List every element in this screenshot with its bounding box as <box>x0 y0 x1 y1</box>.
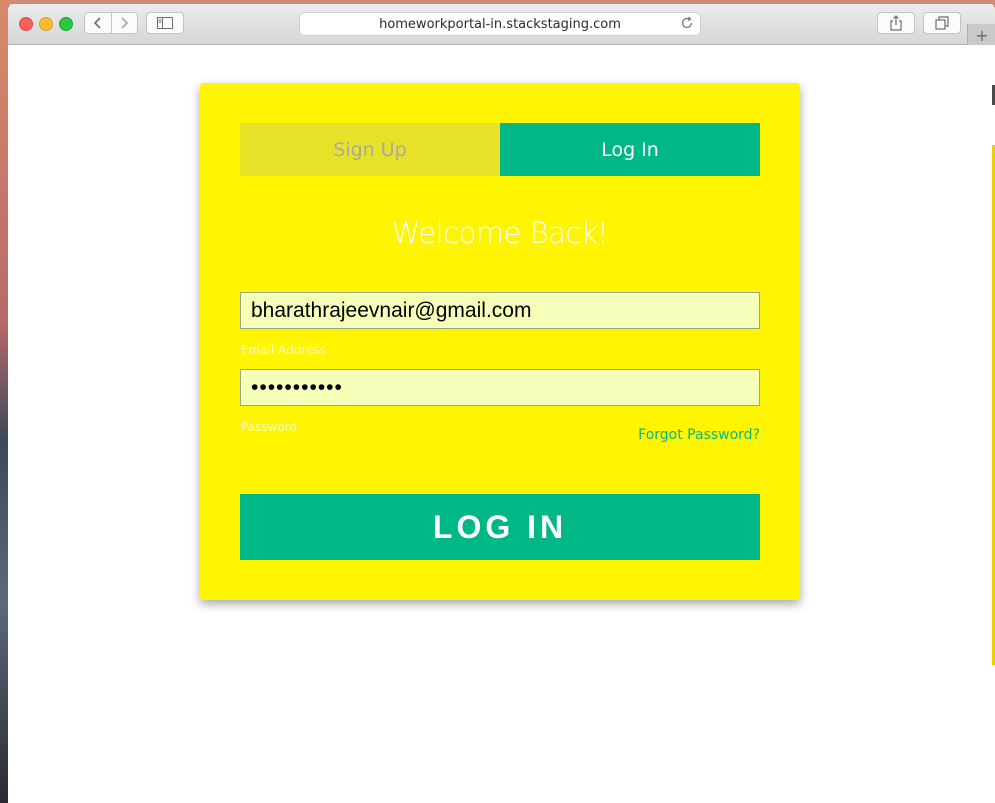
zoom-window-button[interactable] <box>59 17 73 31</box>
forward-icon[interactable] <box>112 13 138 33</box>
email-label: Email Address <box>241 343 326 357</box>
desktop-background-left <box>0 0 8 803</box>
new-tab-button[interactable]: + <box>967 24 995 46</box>
minimize-window-button[interactable] <box>39 17 53 31</box>
email-field[interactable]: bharathrajeevnair@gmail.com <box>240 292 760 329</box>
sidebar-icon[interactable] <box>146 12 184 34</box>
log-in-button[interactable]: LOG IN <box>240 494 760 560</box>
url-text: homeworkportal-in.stackstaging.com <box>379 16 621 32</box>
share-icon[interactable] <box>877 12 915 34</box>
back-icon[interactable] <box>85 13 112 33</box>
page-content: Sign Up Log In Welcome Back! bharathraje… <box>8 45 995 803</box>
close-window-button[interactable] <box>19 17 33 31</box>
address-bar[interactable]: homeworkportal-in.stackstaging.com <box>299 12 701 36</box>
page-title: Welcome Back! <box>391 216 609 250</box>
login-form-card: Sign Up Log In Welcome Back! bharathraje… <box>200 83 800 600</box>
browser-window: homeworkportal-in.stackstaging.com + Sig… <box>8 4 995 803</box>
tab-sign-up[interactable]: Sign Up <box>240 123 500 176</box>
forgot-password-link[interactable]: Forgot Password? <box>638 427 760 443</box>
browser-toolbar: homeworkportal-in.stackstaging.com + <box>8 4 995 46</box>
auth-tabs: Sign Up Log In <box>240 123 760 176</box>
tabs-icon[interactable] <box>923 12 961 34</box>
plus-icon: + <box>975 25 989 45</box>
history-nav-group <box>84 12 138 34</box>
password-label: Password <box>241 420 298 434</box>
reload-icon[interactable] <box>680 16 696 32</box>
tab-log-in[interactable]: Log In <box>500 123 760 176</box>
password-field[interactable]: ••••••••••• <box>240 369 760 406</box>
